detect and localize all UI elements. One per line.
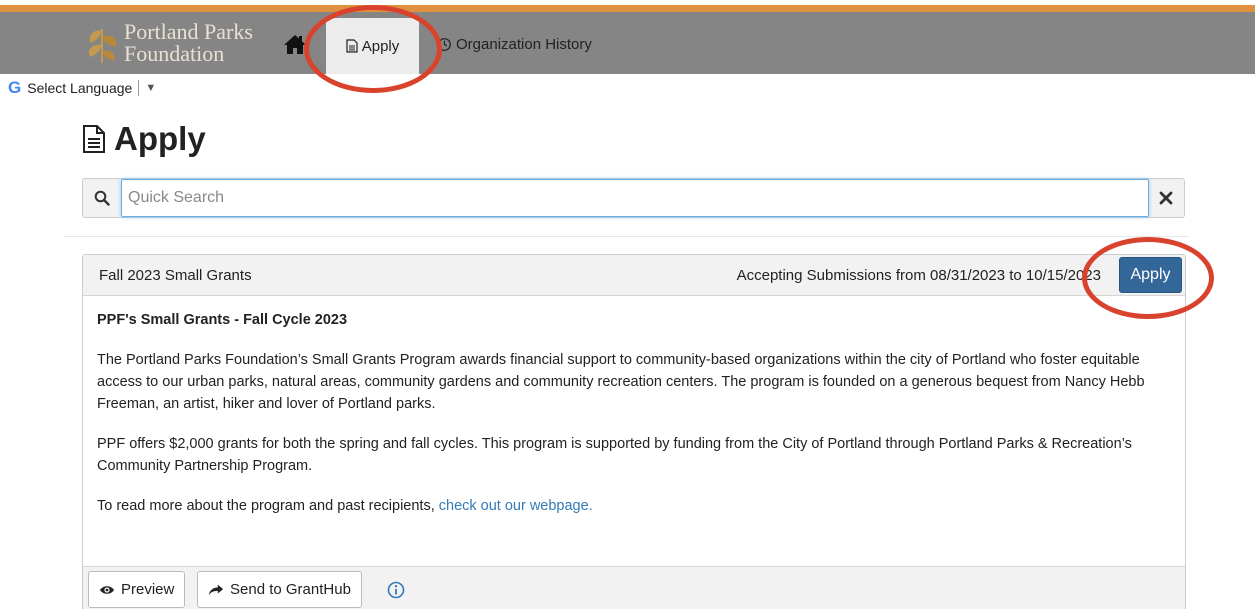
logo-text: Portland Parks Foundation — [124, 21, 253, 65]
opportunity-name: Fall 2023 Small Grants — [99, 267, 252, 284]
description-paragraph-1: The Portland Parks Foundation’s Small Gr… — [97, 352, 1145, 412]
logo-line-1: Portland Parks — [124, 19, 253, 44]
preview-label: Preview — [121, 581, 175, 598]
send-to-granthub-button[interactable]: Send to GrantHub — [197, 571, 362, 608]
logo-line-2: Foundation — [124, 41, 225, 66]
opportunity-footer: Preview Send to GrantHub — [83, 566, 1185, 609]
description-paragraph-3: To read more about the program and past … — [97, 495, 1177, 517]
send-to-granthub-label: Send to GrantHub — [230, 581, 351, 598]
share-arrow-icon — [208, 584, 224, 595]
nav-tab-apply-label: Apply — [361, 37, 400, 55]
opportunity-description: PPF's Small Grants - Fall Cycle 2023 The… — [97, 309, 1177, 535]
document-icon — [83, 125, 105, 153]
top-navbar: Portland Parks Foundation Apply Organiza… — [0, 12, 1255, 74]
eye-icon — [100, 585, 114, 594]
webpage-link[interactable]: check out our webpage. — [439, 498, 593, 514]
language-divider — [138, 80, 140, 96]
language-selector[interactable]: G Select Language ▼ — [8, 77, 157, 99]
top-accent-bar — [0, 0, 1255, 12]
section-divider — [64, 236, 1189, 237]
description-paragraph-2: PPF offers $2,000 grants for both the sp… — [97, 436, 1132, 474]
submission-dates: Accepting Submissions from 08/31/2023 to… — [736, 267, 1101, 284]
home-icon[interactable] — [283, 32, 307, 56]
google-g-icon: G — [8, 78, 22, 97]
preview-button[interactable]: Preview — [88, 571, 186, 608]
page-title-text: Apply — [114, 120, 206, 157]
quick-search-input[interactable] — [121, 179, 1149, 217]
search-icon — [94, 190, 110, 206]
portland-parks-logo[interactable]: Portland Parks Foundation — [82, 16, 253, 70]
paragraph-3-text: To read more about the program and past … — [97, 498, 439, 514]
language-dropdown-arrow-icon[interactable]: ▼ — [145, 82, 156, 94]
info-icon[interactable] — [387, 581, 405, 599]
accent-stripe — [0, 5, 1255, 12]
clear-search-button[interactable] — [1148, 179, 1184, 217]
close-icon — [1159, 191, 1173, 205]
nav-tab-history-label: Organization History — [456, 35, 592, 53]
apply-button[interactable]: Apply — [1119, 257, 1182, 293]
leaf-logo-icon — [88, 29, 117, 63]
quick-search-bar — [82, 178, 1185, 218]
opportunity-header: Fall 2023 Small Grants Accepting Submiss… — [83, 255, 1185, 296]
opportunity-panel: Fall 2023 Small Grants Accepting Submiss… — [82, 254, 1186, 609]
document-icon — [346, 39, 358, 53]
search-addon — [83, 179, 121, 217]
page-title: Apply — [82, 117, 206, 161]
nav-tab-organization-history[interactable]: Organization History — [437, 34, 592, 54]
language-label: Select Language — [27, 80, 133, 96]
history-clock-icon — [438, 37, 451, 51]
opportunity-heading: PPF's Small Grants - Fall Cycle 2023 — [97, 312, 348, 328]
nav-tab-apply[interactable]: Apply — [326, 18, 419, 74]
